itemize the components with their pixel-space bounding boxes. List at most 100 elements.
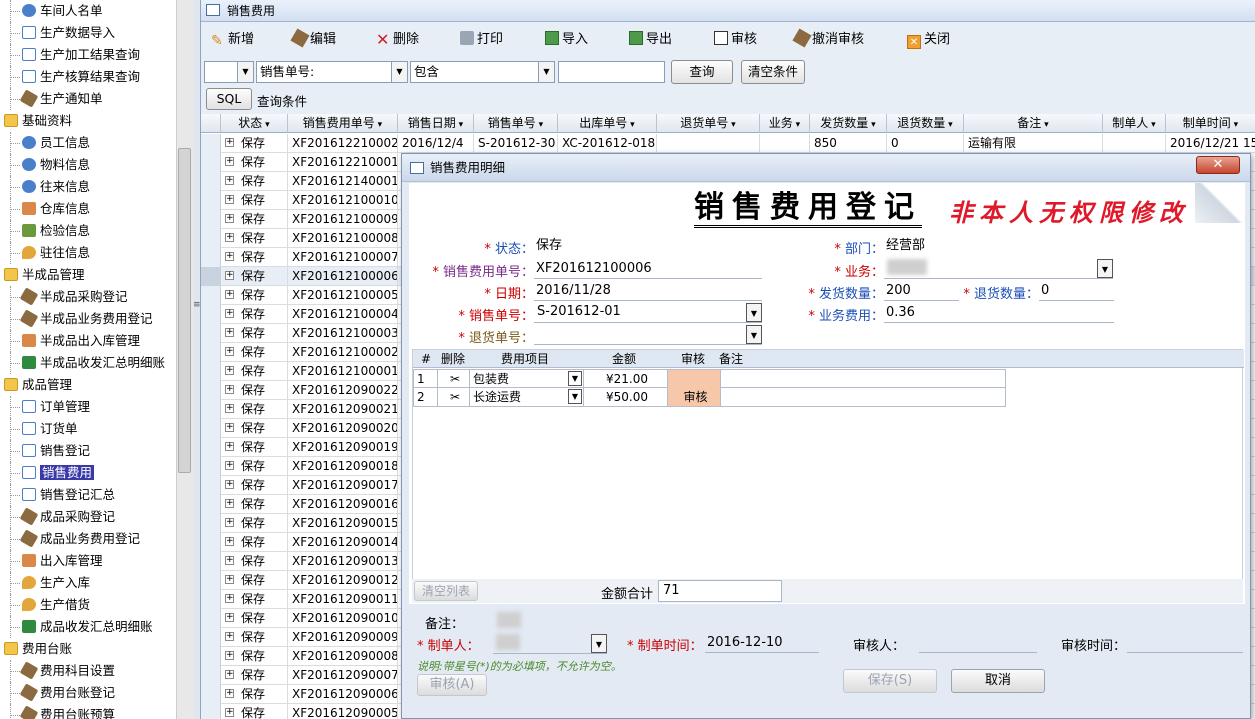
row-selector[interactable]: [201, 305, 221, 324]
make-time-value[interactable]: 2016-12-10: [705, 633, 819, 653]
expand-icon[interactable]: +: [225, 366, 234, 375]
row-selector[interactable]: [201, 666, 221, 685]
col-maker[interactable]: 制单人 ▾: [1103, 114, 1166, 133]
row-selector[interactable]: [201, 609, 221, 628]
clear-list-button[interactable]: 清空列表: [414, 581, 478, 601]
tree-item[interactable]: 员工信息: [0, 132, 176, 154]
col-make-time[interactable]: 制单时间 ▾: [1166, 114, 1255, 133]
amount-cell[interactable]: ¥50.00: [584, 388, 668, 406]
tree-item[interactable]: 驻往信息: [0, 242, 176, 264]
tree-scrollbar-thumb[interactable]: [178, 148, 191, 473]
expand-icon[interactable]: +: [225, 708, 234, 717]
operator-select[interactable]: 包含 ▼: [410, 61, 555, 83]
row-selector[interactable]: [201, 343, 221, 362]
expand-icon[interactable]: +: [225, 309, 234, 318]
tree-item[interactable]: 半成品采购登记: [0, 286, 176, 308]
row-selector[interactable]: [201, 267, 221, 286]
sql-button[interactable]: SQL: [206, 88, 252, 110]
delete-button[interactable]: ✕ 删除: [376, 30, 419, 50]
row-selector[interactable]: [201, 248, 221, 267]
row-selector[interactable]: [201, 647, 221, 666]
audit-button[interactable]: 审核: [714, 30, 757, 50]
row-selector[interactable]: [201, 495, 221, 514]
expand-icon[interactable]: +: [225, 689, 234, 698]
tree-category[interactable]: 基础资料: [0, 110, 176, 132]
row-selector[interactable]: [201, 400, 221, 419]
col-remark[interactable]: 备注 ▾: [964, 114, 1103, 133]
return-no-select[interactable]: ▼: [534, 325, 762, 345]
expand-icon[interactable]: +: [225, 328, 234, 337]
remark-cell[interactable]: [721, 388, 1005, 406]
field-select[interactable]: 销售单号: ▼: [256, 61, 408, 83]
tree-item[interactable]: 物料信息: [0, 154, 176, 176]
remark-cell[interactable]: [721, 370, 1005, 388]
save-button[interactable]: 保存(S): [843, 669, 937, 693]
print-button[interactable]: 打印: [460, 30, 503, 50]
tree-item[interactable]: 费用台账预算: [0, 704, 176, 719]
row-selector[interactable]: [201, 229, 221, 248]
expand-icon[interactable]: +: [225, 176, 234, 185]
tree-item[interactable]: 销售登记: [0, 440, 176, 462]
row-selector[interactable]: [201, 476, 221, 495]
audit-button[interactable]: 审核(A): [417, 674, 487, 696]
row-selector[interactable]: [201, 533, 221, 552]
tree-item[interactable]: 生产通知单: [0, 88, 176, 110]
tree-item[interactable]: 生产核算结果查询: [0, 66, 176, 88]
expand-icon[interactable]: +: [225, 537, 234, 546]
tree-item[interactable]: 生产加工结果查询: [0, 44, 176, 66]
fee-item-select[interactable]: 包装费 ▼: [470, 370, 584, 388]
row-selector[interactable]: [201, 324, 221, 343]
expand-icon[interactable]: +: [225, 499, 234, 508]
row-selector[interactable]: [201, 457, 221, 476]
expand-icon[interactable]: +: [225, 575, 234, 584]
expand-icon[interactable]: +: [225, 480, 234, 489]
expand-icon[interactable]: +: [225, 651, 234, 660]
query-button[interactable]: 查询: [671, 60, 733, 84]
fee-item-select[interactable]: 长途运费 ▼: [470, 388, 584, 406]
col-return-qty[interactable]: 退货数量 ▾: [887, 114, 964, 133]
grid-corner[interactable]: [201, 114, 221, 133]
tree-item[interactable]: 成品采购登记: [0, 506, 176, 528]
tree-item[interactable]: 生产借货: [0, 594, 176, 616]
row-selector[interactable]: [201, 191, 221, 210]
tree-item[interactable]: 半成品收发汇总明细账: [0, 352, 176, 374]
tree-item[interactable]: 检验信息: [0, 220, 176, 242]
tree-item[interactable]: 费用科目设置: [0, 660, 176, 682]
expand-icon[interactable]: +: [225, 613, 234, 622]
row-selector[interactable]: [201, 514, 221, 533]
tree-item[interactable]: 车间人名单: [0, 0, 176, 22]
expand-icon[interactable]: +: [225, 195, 234, 204]
expand-icon[interactable]: +: [225, 632, 234, 641]
return-qty-value[interactable]: 0: [1039, 281, 1114, 301]
expand-icon[interactable]: +: [225, 423, 234, 432]
col-fee-no[interactable]: 销售费用单号 ▾: [288, 114, 398, 133]
tree-item[interactable]: 往来信息: [0, 176, 176, 198]
tree-item[interactable]: 生产数据导入: [0, 22, 176, 44]
tree-item[interactable]: 订货单: [0, 418, 176, 440]
date-value[interactable]: 2016/11/28: [534, 281, 762, 301]
expand-icon[interactable]: +: [225, 385, 234, 394]
col-sale-no[interactable]: 销售单号 ▾: [474, 114, 558, 133]
tree-item[interactable]: 成品收发汇总明细账: [0, 616, 176, 638]
row-selector[interactable]: [201, 552, 221, 571]
expand-icon[interactable]: +: [225, 138, 234, 147]
expand-icon[interactable]: +: [225, 518, 234, 527]
row-selector[interactable]: [201, 172, 221, 191]
row-selector[interactable]: [201, 590, 221, 609]
fee-no-value[interactable]: XF201612100006: [534, 259, 762, 279]
expand-icon[interactable]: +: [225, 442, 234, 451]
tree-item[interactable]: 出入库管理: [0, 550, 176, 572]
dialog-close-button[interactable]: ✕: [1196, 156, 1240, 174]
unaudit-button[interactable]: 撤消审核: [792, 28, 864, 50]
tree-item[interactable]: 订单管理: [0, 396, 176, 418]
edit-button[interactable]: 编辑: [290, 28, 336, 50]
tree-item[interactable]: 生产入库: [0, 572, 176, 594]
table-row[interactable]: + 保存 XF201612210002 2016/12/4 S-201612-30 XC-…: [201, 134, 1255, 153]
expand-icon[interactable]: +: [225, 556, 234, 565]
row-selector[interactable]: [201, 381, 221, 400]
export-button[interactable]: 导出: [629, 30, 672, 50]
amount-cell[interactable]: ¥21.00: [584, 370, 668, 388]
tree-category[interactable]: 半成品管理: [0, 264, 176, 286]
import-button[interactable]: 导入: [545, 30, 588, 50]
row-selector[interactable]: [201, 286, 221, 305]
